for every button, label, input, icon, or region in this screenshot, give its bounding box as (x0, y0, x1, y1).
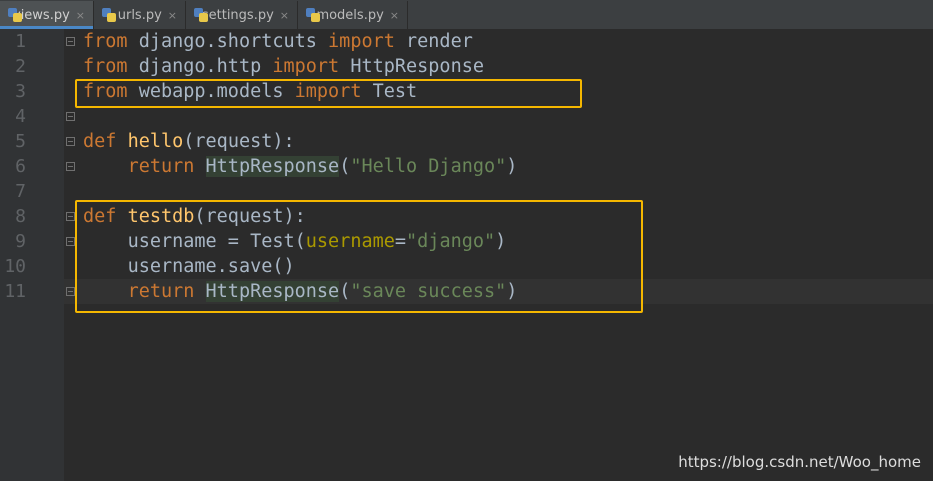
tab-label: urls.py (117, 7, 162, 23)
punctuation: ): (272, 131, 295, 152)
import-name: render (394, 31, 473, 52)
keyword: import (272, 56, 340, 77)
code-line-5: def hello(request): (83, 129, 295, 154)
highlight-box-testdb (75, 200, 643, 313)
class-name: HttpResponse (205, 156, 340, 177)
fold-toggle-icon[interactable] (66, 287, 75, 296)
close-icon[interactable]: × (390, 9, 399, 22)
module-name: django.http (127, 56, 273, 77)
string-literal: "Hello Django" (350, 156, 507, 177)
fold-toggle-icon[interactable] (66, 212, 75, 221)
python-file-icon (194, 8, 208, 22)
line-number-gutter: 1 2 3 4 5 6 7 8 9 10 11 (0, 29, 64, 481)
line-number: 4 (15, 106, 26, 127)
keyword: from (83, 56, 128, 77)
tab-models-py[interactable]: models.py × (298, 1, 408, 29)
import-name: HttpResponse (339, 56, 484, 77)
keyword: from (83, 31, 128, 52)
python-file-icon (102, 8, 116, 22)
line-number: 1 (15, 31, 26, 52)
module-name: django.shortcuts (127, 31, 329, 52)
fold-toggle-icon[interactable] (66, 37, 75, 46)
tab-views-py[interactable]: views.py × (0, 1, 94, 29)
code-line-6: return HttpResponse("Hello Django") (83, 154, 517, 179)
code-line-1: from django.shortcuts import render (83, 29, 473, 54)
fold-toggle-icon[interactable] (66, 112, 75, 121)
watermark: https://blog.csdn.net/Woo_home (678, 453, 921, 471)
tab-label: models.py (316, 7, 384, 23)
line-number: 3 (15, 81, 26, 102)
punctuation: ( (339, 156, 351, 177)
line-number: 11 (4, 281, 26, 302)
code-editor[interactable]: 1 2 3 4 5 6 7 8 9 10 11 from django.shor… (0, 29, 933, 481)
keyword: import (328, 31, 395, 52)
fold-toggle-icon[interactable] (66, 237, 75, 246)
keyword: def (83, 131, 117, 152)
python-file-icon (306, 8, 320, 22)
line-number: 5 (15, 131, 26, 152)
code-line-2: from django.http import HttpResponse (83, 54, 484, 79)
close-icon[interactable]: × (168, 9, 177, 22)
fold-toggle-icon[interactable] (66, 162, 75, 171)
function-name: hello (127, 131, 184, 152)
punctuation: ( (183, 131, 195, 152)
line-number: 7 (15, 181, 26, 202)
line-number: 10 (4, 256, 26, 277)
tab-urls-py[interactable]: urls.py × (94, 1, 186, 29)
punctuation: ) (506, 156, 518, 177)
close-icon[interactable]: × (280, 9, 289, 22)
line-number: 2 (15, 56, 26, 77)
line-number: 9 (15, 231, 26, 252)
tab-label: settings.py (201, 7, 274, 23)
line-number: 6 (15, 156, 26, 177)
tab-settings-py[interactable]: settings.py × (186, 1, 298, 29)
highlight-box-import (75, 79, 582, 108)
editor-tab-bar: views.py × urls.py × settings.py × model… (0, 0, 933, 30)
parameter: request (194, 131, 273, 152)
keyword: return (127, 156, 195, 177)
close-icon[interactable]: × (76, 9, 85, 22)
line-number: 8 (15, 206, 26, 227)
fold-toggle-icon[interactable] (66, 137, 75, 146)
